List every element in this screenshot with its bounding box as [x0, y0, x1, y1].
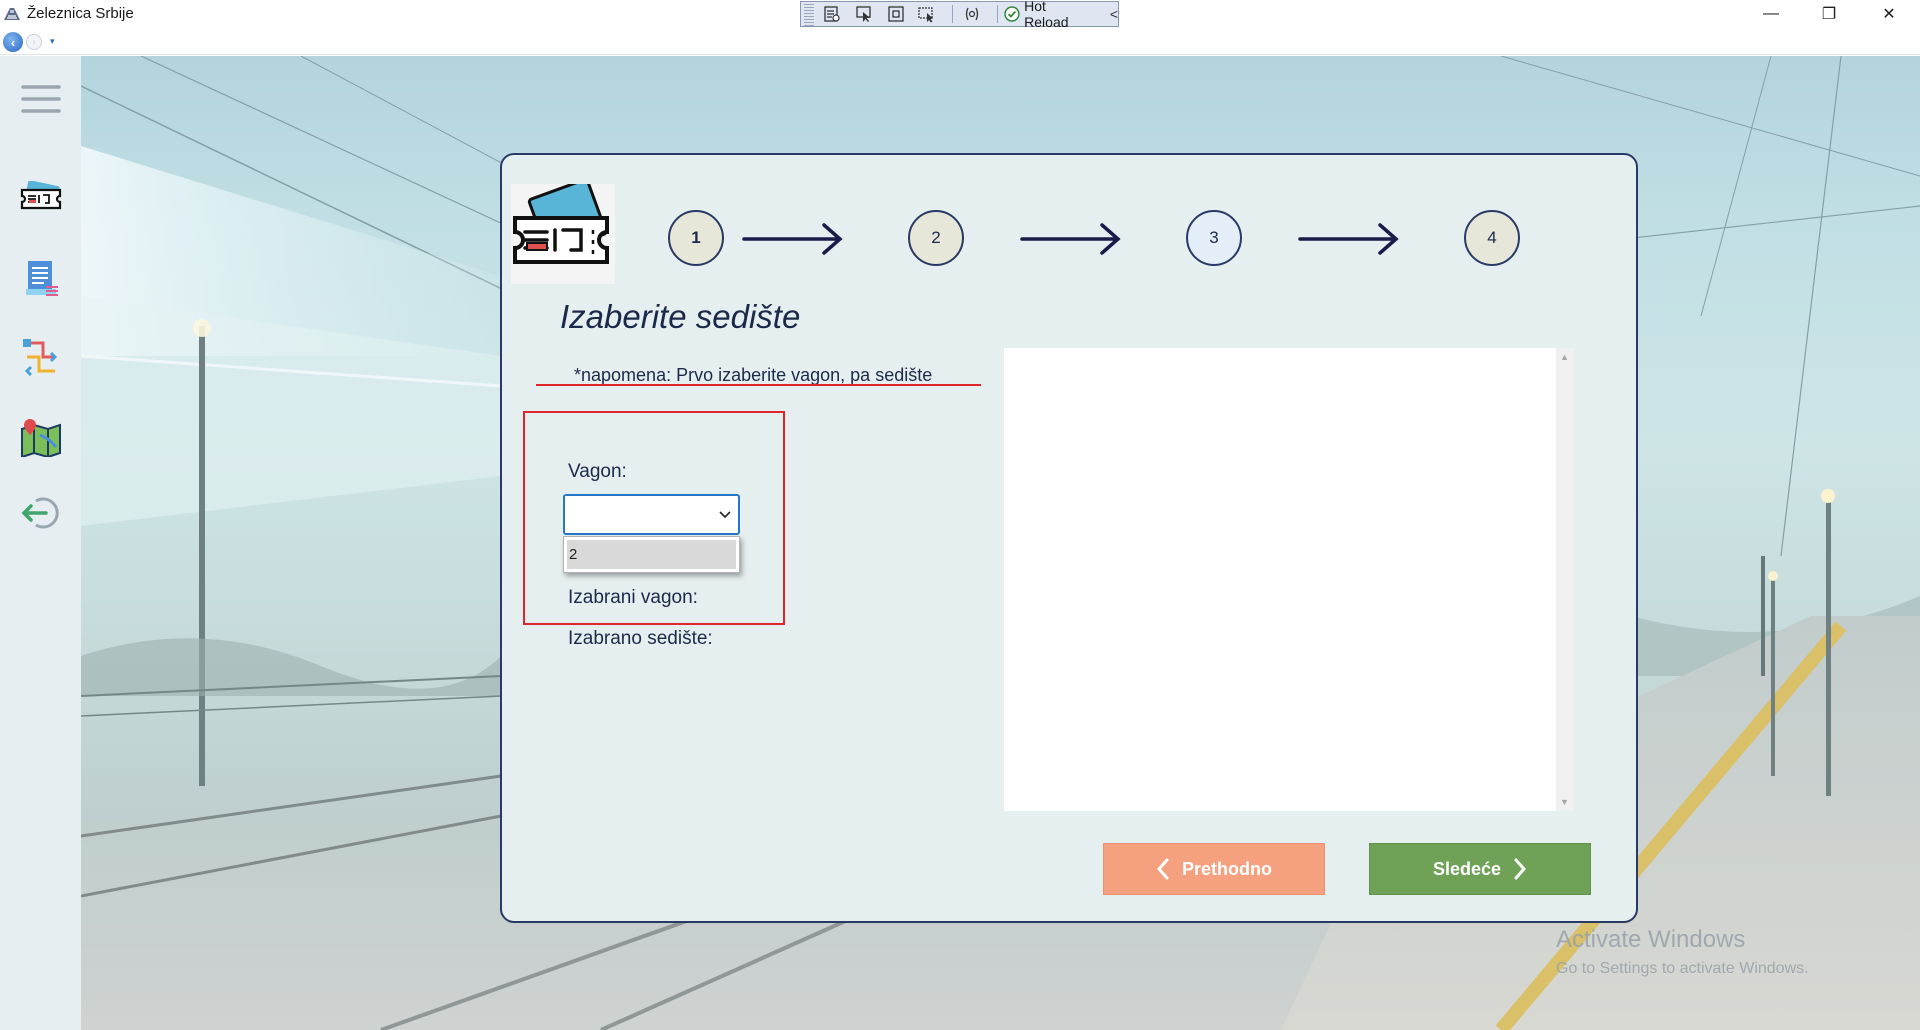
back-button[interactable]: ‹	[3, 32, 23, 52]
title-bar: Železnica Srbije Hot Reload < — ❐ ✕	[0, 0, 1920, 30]
chevron-left-icon	[1156, 858, 1169, 880]
watermark-title: Activate Windows	[1556, 926, 1746, 953]
hot-reload-button[interactable]: Hot Reload	[1024, 0, 1094, 30]
display-adorners-icon[interactable]	[883, 3, 909, 25]
window-title: Železnica Srbije	[27, 5, 134, 22]
seat-selection-card: 1 2 3 4 Izaberite sedište *napomena: Prv…	[500, 153, 1638, 923]
live-visual-tree-icon[interactable]	[819, 3, 845, 25]
hot-reload-toolbar: Hot Reload <	[800, 0, 1119, 30]
navigation-bar: ‹ › ▾	[0, 28, 1920, 55]
chevron-right-icon	[1514, 858, 1527, 880]
next-button[interactable]: Sledeće	[1369, 843, 1591, 895]
wagon-select[interactable]	[563, 494, 740, 535]
activate-windows-watermark: Activate Windows Go to Settings to activ…	[1556, 926, 1809, 978]
step-arrow-icon	[1020, 223, 1121, 255]
selected-wagon-label: Izabrani vagon:	[568, 587, 698, 608]
chevron-down-icon	[719, 511, 731, 519]
wagon-option[interactable]: 2	[567, 540, 736, 569]
previous-button-label: Prethodno	[1182, 858, 1272, 879]
history-dropdown-icon[interactable]: ▾	[50, 36, 55, 47]
note-underline	[536, 384, 981, 386]
selected-seat-label: Izabrano sedište:	[568, 628, 713, 649]
seat-map-panel[interactable]	[1004, 348, 1556, 811]
next-button-label: Sledeće	[1432, 858, 1502, 879]
step-arrow-icon	[1298, 223, 1399, 255]
sidebar	[0, 56, 81, 1030]
wizard-step-3: 3	[1186, 210, 1242, 266]
toolbar-separator	[952, 5, 954, 23]
wizard-step-1: 1	[668, 210, 724, 266]
logout-icon[interactable]	[18, 490, 64, 536]
step-arrow-icon	[742, 223, 843, 255]
hot-reload-check-icon	[1004, 6, 1020, 22]
scroll-up-icon[interactable]: ▲	[1560, 352, 1569, 362]
wagon-label: Vagon:	[568, 461, 627, 482]
previous-button[interactable]: Prethodno	[1103, 843, 1325, 895]
forward-button[interactable]: ›	[26, 34, 42, 50]
toolbar-separator	[997, 5, 999, 23]
track-focus-icon[interactable]	[915, 3, 941, 25]
watermark-subtitle: Go to Settings to activate Windows.	[1556, 960, 1809, 977]
toolbar-grip[interactable]	[804, 2, 814, 26]
minimize-button[interactable]: —	[1748, 0, 1794, 28]
wagon-dropdown-list: 2	[563, 536, 740, 573]
seat-map-scrollbar[interactable]: ▲ ▼	[1556, 348, 1574, 811]
wizard-step-4: 4	[1464, 210, 1520, 266]
route-icon[interactable]	[18, 334, 64, 380]
ticket-logo-icon	[511, 184, 615, 284]
collapse-toolbar-icon[interactable]: <	[1110, 6, 1118, 22]
note-text: *napomena: Prvo izaberite vagon, pa sedi…	[574, 365, 933, 385]
ticket-icon[interactable]	[18, 176, 64, 222]
menu-icon[interactable]	[18, 76, 64, 122]
page-title: Izaberite sedište	[560, 298, 801, 335]
close-button[interactable]: ✕	[1866, 0, 1912, 28]
document-list-icon[interactable]	[18, 256, 64, 302]
map-icon[interactable]	[18, 414, 64, 460]
binding-failures-icon[interactable]	[959, 3, 985, 25]
app-icon	[4, 8, 20, 20]
scroll-down-icon[interactable]: ▼	[1560, 797, 1569, 807]
select-element-icon[interactable]	[851, 3, 877, 25]
restore-button[interactable]: ❐	[1806, 0, 1852, 28]
wizard-step-2: 2	[908, 210, 964, 266]
